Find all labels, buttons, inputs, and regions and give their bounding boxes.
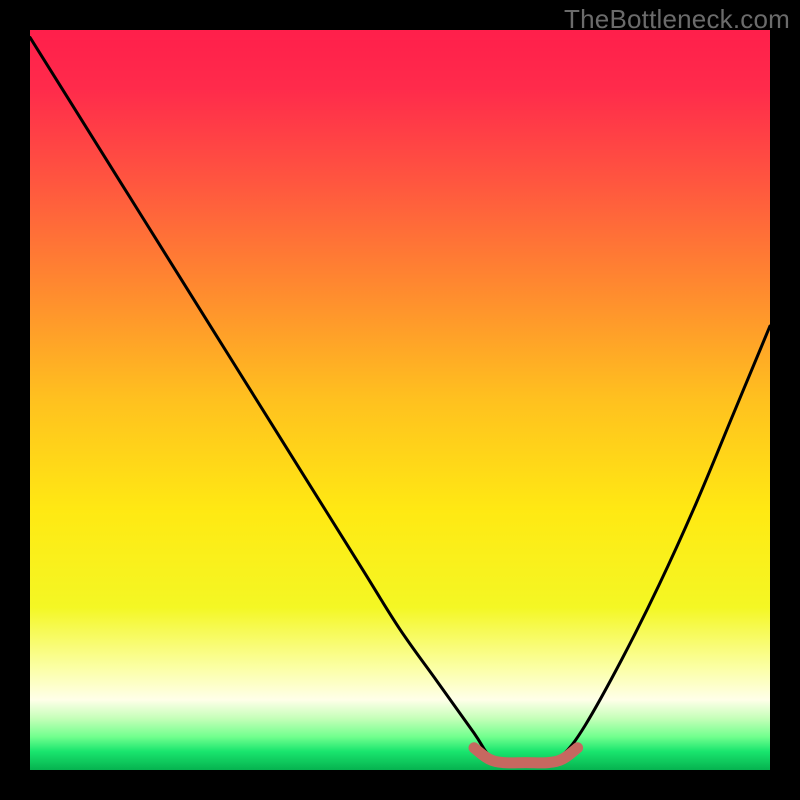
watermark-text: TheBottleneck.com: [564, 4, 790, 35]
chart-frame: TheBottleneck.com: [0, 0, 800, 800]
bottleneck-chart: [0, 0, 800, 800]
gradient-background: [30, 30, 770, 770]
